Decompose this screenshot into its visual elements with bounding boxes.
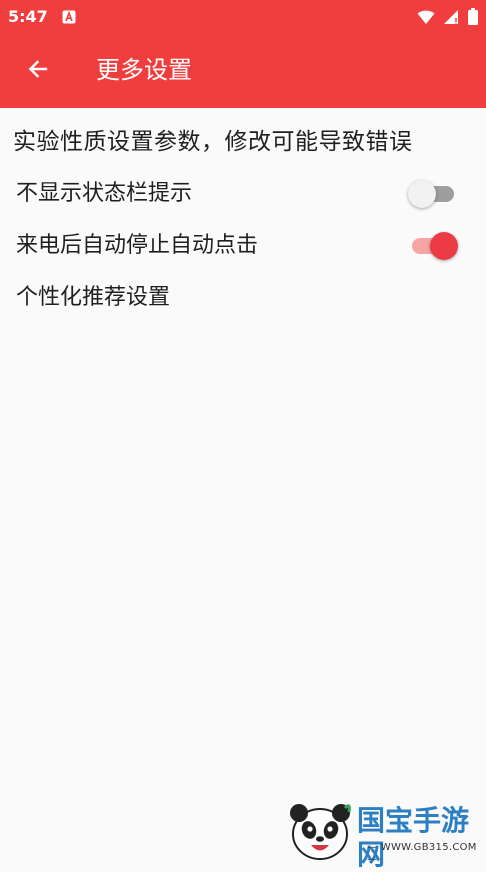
setting-label: 来电后自动停止自动点击 (16, 233, 259, 258)
battery-icon (468, 8, 478, 29)
signal-icon (443, 9, 460, 29)
wifi-icon (417, 9, 435, 29)
setting-label: 不显示状态栏提示 (16, 181, 193, 206)
arrow-left-icon (26, 57, 50, 85)
stop-on-call-switch[interactable] (408, 231, 458, 261)
hide-status-tip-switch[interactable] (408, 179, 458, 209)
setting-row-personalized-recommendation[interactable]: 个性化推荐设置 (16, 278, 471, 318)
status-bar: 5:47 (0, 0, 486, 34)
a-notification-icon (62, 9, 76, 24)
watermark-url: — WWW.GB315.COM — (367, 842, 477, 865)
page-title: 更多设置 (96, 56, 192, 84)
panda-logo-icon (287, 800, 353, 868)
settings-content: 实验性质设置参数，修改可能导致错误 不显示状态栏提示 来电后自动停止自动点击 个… (0, 108, 486, 864)
status-time: 5:47 (8, 7, 48, 26)
setting-label: 个性化推荐设置 (16, 285, 171, 310)
setting-row-stop-on-call[interactable]: 来电后自动停止自动点击 (16, 226, 471, 266)
back-button[interactable] (18, 51, 58, 91)
app-bar: 更多设置 (0, 34, 486, 108)
watermark: 国宝手游网 — WWW.GB315.COM — (285, 800, 485, 870)
switch-thumb (408, 180, 436, 208)
warning-text: 实验性质设置参数，修改可能导致错误 (13, 129, 413, 155)
switch-thumb (430, 232, 458, 260)
setting-row-hide-status-tip[interactable]: 不显示状态栏提示 (16, 174, 471, 214)
status-right-icons (417, 8, 478, 29)
